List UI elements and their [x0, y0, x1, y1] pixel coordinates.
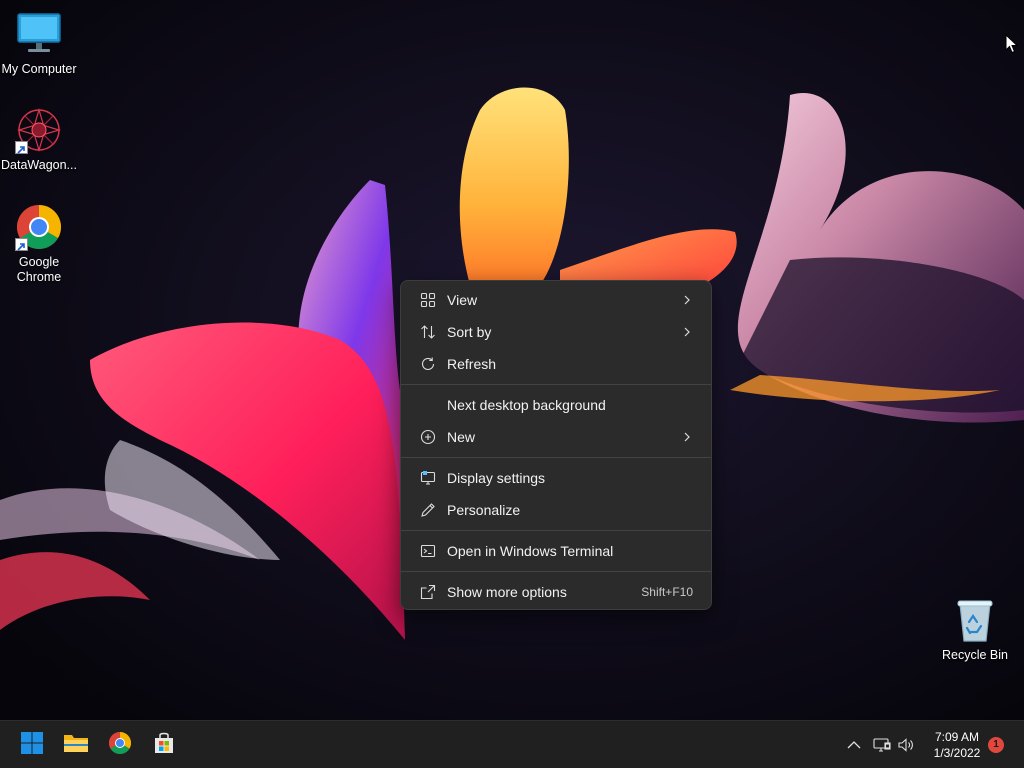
desktop-context-menu: View Sort by Refresh Next desktop backgr… — [400, 280, 712, 610]
chrome-icon — [108, 731, 132, 760]
taskbar-clock[interactable]: 7:09 AM 1/3/2022 — [920, 729, 994, 761]
refresh-icon — [405, 348, 447, 380]
shortcut-arrow-icon — [15, 141, 28, 154]
chevron-right-icon — [675, 284, 699, 316]
microsoft-store-icon — [152, 731, 176, 760]
menu-item-label: Show more options — [447, 584, 567, 600]
menu-separator — [401, 457, 711, 458]
clock-date: 1/3/2022 — [933, 746, 981, 760]
menu-separator — [401, 530, 711, 531]
menu-item-label: Display settings — [447, 470, 546, 486]
windows-start-icon — [20, 731, 44, 760]
menu-item-display-settings[interactable]: Display settings — [405, 462, 707, 494]
taskbar: 7:09 AM 1/3/2022 1 — [0, 720, 1024, 768]
keyboard-shortcut-label: Shift+F10 — [641, 585, 693, 599]
volume-icon[interactable] — [896, 735, 916, 755]
sort-arrows-icon — [405, 316, 447, 348]
taskbar-file-explorer[interactable] — [56, 727, 96, 763]
desktop-icon-my-computer[interactable]: My Computer — [0, 10, 78, 77]
menu-item-open-in-windows-terminal[interactable]: Open in Windows Terminal — [405, 535, 707, 567]
desktop-icon-label: Recycle Bin — [942, 648, 1008, 662]
desktop-icon-label: My Computer — [1, 62, 77, 76]
taskbar-microsoft-store[interactable] — [144, 727, 184, 763]
clock-time: 7:09 AM — [934, 730, 980, 744]
menu-separator — [401, 384, 711, 385]
menu-separator — [401, 571, 711, 572]
plus-circle-icon — [405, 421, 447, 453]
menu-item-show-more-options[interactable]: Show more options Shift+F10 — [405, 576, 707, 608]
desktop-icon-recycle-bin[interactable]: Recycle Bin — [936, 596, 1014, 663]
menu-item-label: Refresh — [447, 356, 497, 372]
network-icon[interactable] — [872, 735, 892, 755]
menu-item-label: Sort by — [447, 324, 492, 340]
notification-badge[interactable]: 1 — [988, 737, 1004, 753]
menu-item-sort-by[interactable]: Sort by — [405, 316, 707, 348]
desktop-icon-google-chrome[interactable]: Google Chrome — [0, 203, 78, 285]
pen-icon — [405, 494, 447, 526]
recycle-bin-icon — [951, 596, 999, 644]
display-settings-icon — [405, 462, 447, 494]
desktop-icon-datawagon[interactable]: DataWagon... — [0, 106, 78, 173]
datawagon-app-icon — [15, 106, 63, 154]
grid-view-icon — [405, 284, 447, 316]
monitor-icon — [15, 10, 63, 58]
chevron-right-icon — [675, 316, 699, 348]
menu-item-label: Open in Windows Terminal — [447, 543, 614, 559]
menu-item-label: Next desktop background — [447, 397, 606, 413]
desktop-icon-label: DataWagon... — [1, 158, 77, 172]
terminal-icon — [405, 535, 447, 567]
shortcut-arrow-icon — [15, 238, 28, 251]
menu-item-refresh[interactable]: Refresh — [405, 348, 707, 380]
file-explorer-icon — [63, 731, 89, 760]
menu-item-view[interactable]: View — [405, 284, 707, 316]
desktop-icon-label: Google Chrome — [16, 255, 62, 284]
menu-item-label: View — [447, 292, 478, 308]
menu-item-label: Personalize — [447, 502, 521, 518]
chrome-icon — [15, 203, 63, 251]
menu-item-personalize[interactable]: Personalize — [405, 494, 707, 526]
menu-item-label: New — [447, 429, 476, 445]
menu-item-new[interactable]: New — [405, 421, 707, 453]
open-external-icon — [405, 576, 447, 608]
mouse-pointer-icon — [1005, 33, 1019, 59]
chevron-up-icon[interactable] — [844, 735, 864, 755]
start-button[interactable] — [12, 727, 52, 763]
menu-item-next-desktop-background[interactable]: Next desktop background — [405, 389, 707, 421]
taskbar-google-chrome[interactable] — [100, 727, 140, 763]
chevron-right-icon — [675, 421, 699, 453]
